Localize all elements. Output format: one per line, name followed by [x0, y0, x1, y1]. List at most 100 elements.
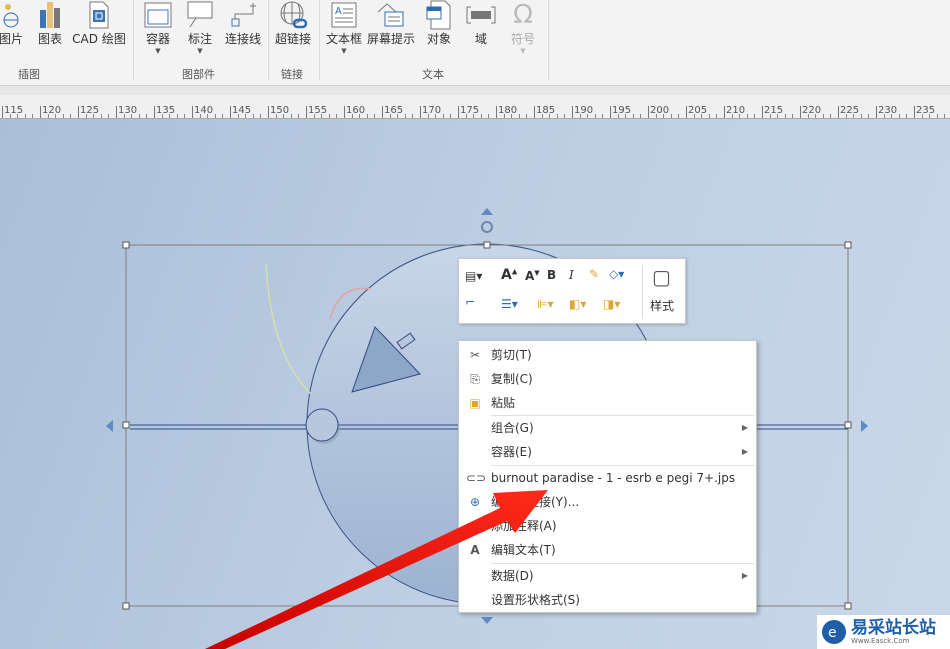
ruler-minor-tick [663, 114, 665, 118]
ruler-minor-tick [891, 114, 893, 118]
label: 文本框 [325, 32, 362, 46]
connector-button[interactable]: 连接线 [222, 0, 264, 47]
menu-item-copy[interactable]: ⎘ 复制(C) [459, 367, 756, 391]
ruler-minor-tick [17, 114, 19, 118]
menu-item-add-comment[interactable]: ✳ 添加注释(A) [459, 514, 756, 538]
ruler-tick-label: 165 [382, 105, 404, 118]
label: 对象 [426, 32, 451, 46]
label: 屏幕提示 [366, 32, 415, 46]
style-icon[interactable]: ▢ [652, 265, 671, 289]
callout-icon [187, 1, 213, 28]
object-button[interactable]: 对象 [420, 0, 458, 47]
group-label: 文本 [422, 68, 444, 81]
position-icon[interactable]: ⊫▾ [537, 297, 553, 311]
label: 图片 [0, 32, 23, 46]
connector-icon [231, 3, 256, 27]
ruler-minor-tick [777, 114, 779, 118]
submenu-arrow-icon: ▶ [741, 423, 748, 432]
menu-item-cut[interactable]: ✂ 剪切(T) [459, 343, 756, 367]
ruler-minor-tick [587, 114, 589, 118]
ruler-minor-tick [397, 114, 399, 118]
ruler-tick-label: 160 [344, 105, 366, 118]
ruler-tick-label: 210 [724, 105, 746, 118]
ruler-minor-tick [488, 114, 490, 118]
hyperlink-icon [280, 1, 308, 29]
ruler-tick-label: 220 [800, 105, 822, 118]
menu-item-group[interactable]: 组合(G) ▶ [459, 416, 756, 440]
ruler-minor-tick [313, 114, 315, 118]
ruler-minor-tick [222, 114, 224, 118]
mini-toolbar: ▤▾ ⌐ A▲ A▼ B I ✎ ◇▾ ☰▾ ⊫▾ ◧▾ ◨▾ ▢ 样式 [458, 258, 686, 324]
ruler-minor-tick [921, 114, 923, 118]
ruler-minor-tick [655, 114, 657, 118]
ruler-tick-label: 145 [230, 105, 252, 118]
field-icon [466, 6, 496, 24]
italic-icon[interactable]: I [569, 268, 574, 282]
container-button[interactable]: 容器 ▼ [140, 0, 176, 55]
bold-icon[interactable]: B [547, 268, 556, 282]
menu-item-edit-text[interactable]: A 编辑文本(T) [459, 538, 756, 562]
shrink-font-icon[interactable]: A▼ [525, 269, 540, 283]
callout-button[interactable]: 标注 ▼ [182, 0, 218, 55]
send-backward-icon[interactable]: ◨▾ [603, 297, 620, 311]
ruler-minor-tick [503, 114, 505, 118]
screentip-icon [377, 3, 404, 27]
ruler-minor-tick [807, 114, 809, 118]
align-icon[interactable]: ☰▾ [501, 297, 518, 311]
ruler-tick-label: 155 [306, 105, 328, 118]
ruler-minor-tick [526, 114, 528, 118]
shape-text-icon[interactable]: ▤▾ [465, 269, 482, 283]
ruler-minor-tick [32, 114, 34, 118]
ruler-minor-tick [898, 114, 900, 118]
label: 图表 [37, 32, 62, 46]
ruler-minor-tick [746, 114, 748, 118]
ruler-minor-tick [716, 114, 718, 118]
chart-button[interactable]: 图表 [32, 0, 68, 47]
ruler-minor-tick [131, 114, 133, 118]
style-button[interactable]: 样式 [650, 297, 674, 314]
ruler-tick-label: 140 [192, 105, 214, 118]
ruler-tick-label: 150 [268, 105, 290, 118]
cad-button[interactable]: CAD 绘图 [70, 0, 128, 47]
label: CAD 绘图 [72, 32, 126, 46]
grow-font-icon[interactable]: A▲ [501, 267, 517, 283]
bring-forward-icon[interactable]: ◧▾ [569, 297, 586, 311]
screentip-button[interactable]: 屏幕提示 [366, 0, 416, 47]
cad-icon [89, 1, 109, 29]
ruler-minor-tick [701, 114, 703, 118]
ruler-minor-tick [906, 114, 908, 118]
ruler-minor-tick [427, 114, 429, 118]
ruler-minor-tick [199, 114, 201, 118]
ruler-tick-label: 175 [458, 105, 480, 118]
ruler-minor-tick [47, 114, 49, 118]
picture-button[interactable]: 图片 [0, 0, 30, 47]
fill-icon[interactable]: ◇▾ [609, 267, 624, 281]
submenu-arrow-icon: ▶ [741, 571, 748, 580]
ruler-minor-tick [24, 114, 26, 118]
menu-item-container[interactable]: 容器(E) ▶ [459, 440, 756, 464]
ruler-minor-tick [336, 114, 338, 118]
menu-item-format-shape[interactable]: 设置形状格式(S) [459, 588, 756, 612]
field-button[interactable]: 域 [462, 0, 500, 47]
container-icon [144, 2, 172, 28]
connector-icon[interactable]: ⌐ [465, 295, 475, 309]
menu-item-data[interactable]: 数据(D) ▶ [459, 564, 756, 588]
format-painter-icon[interactable]: ✎ [589, 267, 599, 281]
menu-item-open-link[interactable]: ⊂⊃ burnout paradise - 1 - esrb e pegi 7+.… [459, 466, 756, 490]
ruler-minor-tick [541, 114, 543, 118]
ruler-minor-tick [435, 114, 437, 118]
ruler-minor-tick [389, 114, 391, 118]
menu-item-edit-hyperlink[interactable]: ⊕ 编辑超链接(Y)... [459, 490, 756, 514]
symbol-button[interactable]: Ω 符号 ▼ [504, 0, 542, 55]
menu-item-paste[interactable]: ▣ 粘贴 [459, 391, 756, 415]
ruler-tick-label: 185 [534, 105, 556, 118]
submenu-arrow-icon: ▶ [741, 447, 748, 456]
hyperlink-button[interactable]: 超链接 [272, 0, 314, 47]
ruler-minor-tick [769, 114, 771, 118]
label: 超链接 [274, 32, 311, 46]
ruler-minor-tick [214, 114, 216, 118]
group-label: 图部件 [182, 68, 215, 81]
watermark-logo: e 易采站长站 Www.Easck.Com [817, 615, 950, 649]
textbox-button[interactable]: A 文本框 ▼ [324, 0, 364, 55]
chart-icon [40, 2, 60, 28]
